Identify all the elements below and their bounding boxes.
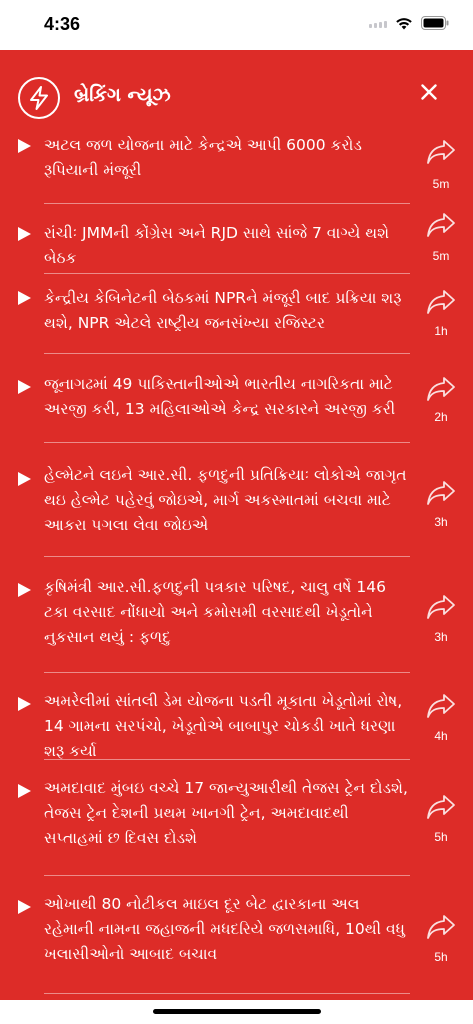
share-icon[interactable] — [426, 693, 456, 719]
share-icon[interactable] — [426, 212, 456, 238]
news-headline[interactable]: રાંચીઃ JMMની કોંગ્રેસ અને RJD સાથે સાંજે… — [44, 221, 410, 271]
play-icon[interactable] — [18, 697, 31, 711]
news-item[interactable]: અમદાવાદ મુંબઇ વચ્ચે 17 જાન્યુઆરીથી તેજસ … — [0, 760, 473, 876]
play-icon[interactable] — [18, 227, 31, 241]
share-icon[interactable] — [426, 480, 456, 506]
news-headline[interactable]: અમદાવાદ મુંબઇ વચ્ચે 17 જાન્યુઆરીથી તેજસ … — [44, 776, 410, 851]
close-icon[interactable] — [421, 84, 437, 100]
news-item[interactable]: જૂનાગઢમાં 49 પાકિસ્તાનીઓએ ભારતીય નાગરિકત… — [0, 354, 473, 443]
news-item[interactable]: અમરેલીમાં સાંતલી ડેમ યોજના પડતી મૂકાતા ખ… — [0, 673, 473, 760]
play-icon[interactable] — [18, 784, 31, 798]
status-time: 4:36 — [44, 14, 81, 34]
close-button[interactable] — [415, 78, 443, 106]
play-icon[interactable] — [18, 900, 31, 914]
news-item[interactable]: કેન્દ્રીય કેબિનેટની બેઠકમાં NPRને મંજૂરી… — [0, 274, 473, 354]
news-headline[interactable]: કેન્દ્રીય કેબિનેટની બેઠકમાં NPRને મંજૂરી… — [44, 286, 410, 336]
share-icon[interactable] — [426, 139, 456, 165]
breaking-news-panel: બ્રેકિંગ ન્યૂઝ અટલ જળ યોજના માટે કેન્દ્ર… — [0, 50, 473, 1000]
home-area — [0, 1000, 473, 1024]
cellular-signal-icon — [369, 18, 387, 28]
share-icon[interactable] — [426, 914, 456, 940]
news-headline[interactable]: અટલ જળ યોજના માટે કેન્દ્રએ આપી 6000 કરોડ… — [44, 133, 410, 183]
panel-header: બ્રેકિંગ ન્યૂઝ — [0, 50, 473, 132]
news-item[interactable]: રાંચીઃ JMMની કોંગ્રેસ અને RJD સાથે સાંજે… — [0, 204, 473, 274]
news-headline[interactable]: હેલ્મેટને લઇને આર.સી. ફળદુની પ્રતિક્રિયા… — [44, 463, 410, 538]
status-bar: 4:36 — [0, 0, 473, 50]
battery-icon — [421, 16, 449, 30]
news-headline[interactable]: જૂનાગઢમાં 49 પાકિસ્તાનીઓએ ભારતીય નાગરિકત… — [44, 372, 410, 422]
news-headline[interactable]: ઓખાથી 80 નોટીકલ માઇલ દૂર બેટ દ્વારકાના અ… — [44, 892, 410, 967]
news-age: 4h — [434, 729, 448, 743]
news-item[interactable]: ઓખાથી 80 નોટીકલ માઇલ દૂર બેટ દ્વારકાના અ… — [0, 876, 473, 994]
news-age: 5h — [434, 950, 448, 964]
home-indicator[interactable] — [153, 1009, 321, 1014]
wifi-icon — [396, 17, 412, 29]
play-icon[interactable] — [18, 380, 31, 394]
news-age: 5h — [434, 830, 448, 844]
news-item[interactable]: કૃષિમંત્રી આર.સી.ફળદુની પત્રકાર પરિષદ, ચ… — [0, 557, 473, 673]
play-icon[interactable] — [18, 139, 31, 153]
news-age: 5m — [432, 249, 450, 263]
news-headline[interactable]: કૃષિમંત્રી આર.સી.ફળદુની પત્રકાર પરિષદ, ચ… — [44, 575, 410, 650]
news-age: 1h — [434, 324, 448, 338]
play-icon[interactable] — [18, 472, 31, 486]
panel-title: બ્રેકિંગ ન્યૂઝ — [74, 84, 171, 106]
play-icon[interactable] — [18, 583, 31, 597]
news-item[interactable]: હેલ્મેટને લઇને આર.સી. ફળદુની પ્રતિક્રિયા… — [0, 443, 473, 557]
news-item[interactable]: અટલ જળ યોજના માટે કેન્દ્રએ આપી 6000 કરોડ… — [0, 128, 473, 204]
news-age: 3h — [434, 630, 448, 644]
share-icon[interactable] — [426, 794, 456, 820]
share-icon[interactable] — [426, 376, 456, 402]
share-icon[interactable] — [426, 594, 456, 620]
news-age: 5m — [432, 177, 450, 191]
news-age: 2h — [434, 410, 448, 424]
lightning-bolt-icon — [18, 77, 60, 119]
news-list: અટલ જળ યોજના માટે કેન્દ્રએ આપી 6000 કરોડ… — [0, 128, 473, 994]
share-icon[interactable] — [426, 289, 456, 315]
divider — [44, 993, 410, 994]
news-age: 3h — [434, 515, 448, 529]
play-icon[interactable] — [18, 291, 31, 305]
status-icons — [369, 16, 449, 30]
news-headline[interactable]: અમરેલીમાં સાંતલી ડેમ યોજના પડતી મૂકાતા ખ… — [44, 689, 410, 764]
